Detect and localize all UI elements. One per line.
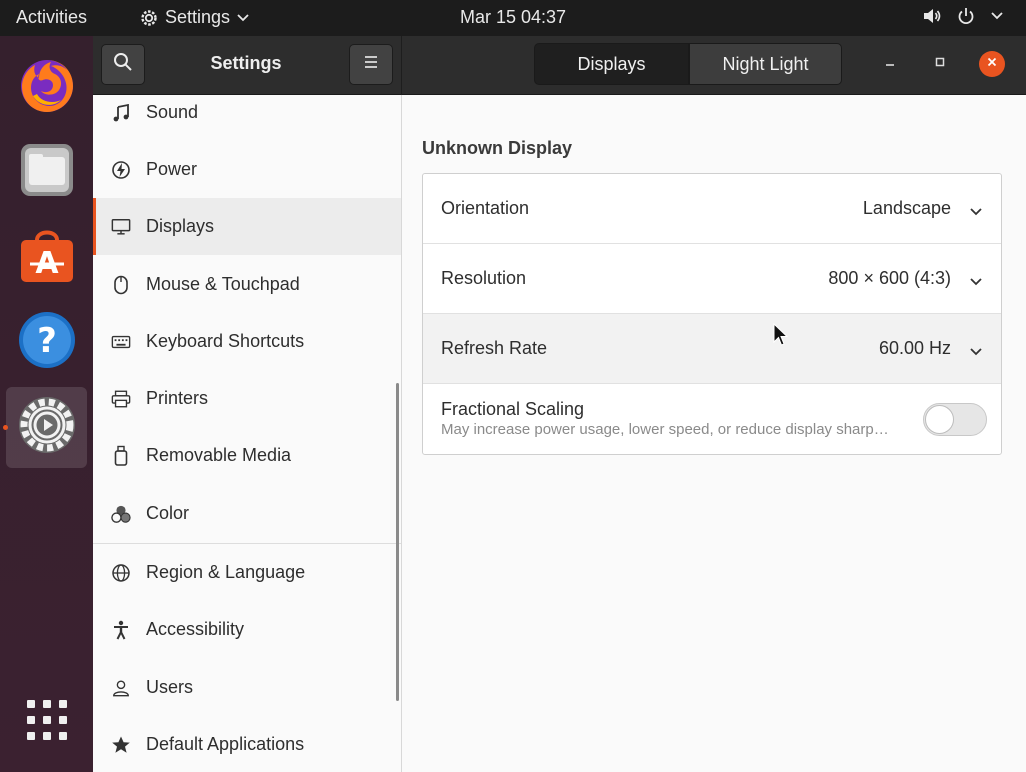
- search-button[interactable]: [101, 44, 145, 85]
- removable-media-icon: [111, 445, 131, 466]
- header-bar: Settings Displays Night Light: [93, 36, 1026, 95]
- show-applications-button[interactable]: [6, 682, 87, 763]
- close-icon: [986, 55, 998, 73]
- selection-accent: [93, 198, 96, 255]
- window-title: Settings: [210, 53, 282, 73]
- settings-window: Settings Displays Night Light Sound Powe…: [93, 36, 1026, 772]
- refresh-rate-label: Refresh Rate: [441, 338, 548, 358]
- tab-night-light[interactable]: Night Light: [689, 43, 842, 85]
- maximize-button[interactable]: [927, 51, 953, 77]
- sidebar-item-color[interactable]: Color: [93, 485, 401, 542]
- power-icon[interactable]: [956, 6, 976, 26]
- chevron-down-icon: [969, 344, 983, 362]
- refresh-rate-value: 60.00 Hz: [878, 338, 951, 358]
- files-icon: [18, 141, 76, 204]
- sidebar-item-displays[interactable]: Displays: [93, 198, 401, 255]
- top-bar: Activities Settings Mar 15 04:37: [0, 0, 1026, 36]
- help-icon: ?: [17, 310, 77, 375]
- fractional-scaling-switch[interactable]: [923, 403, 987, 436]
- mouse-cursor-icon: [773, 322, 789, 352]
- refresh-rate-row[interactable]: Refresh Rate 60.00 Hz: [423, 314, 1001, 384]
- maximize-icon: [934, 55, 946, 73]
- menu-button[interactable]: [349, 44, 393, 85]
- view-switcher: Displays Night Light: [534, 43, 842, 85]
- sidebar-item-label: Region & Language: [146, 562, 306, 582]
- dock-files[interactable]: [6, 132, 87, 213]
- sidebar-header: Settings: [93, 36, 402, 95]
- svg-text:?: ?: [37, 321, 57, 361]
- fractional-scaling-label: Fractional Scaling: [441, 399, 585, 419]
- sidebar-item-users[interactable]: Users: [93, 659, 401, 716]
- sidebar-item-power[interactable]: Power: [93, 141, 401, 198]
- sidebar-item-label: Users: [146, 677, 194, 697]
- globe-icon: [111, 563, 131, 583]
- app-grid-icon: [26, 699, 68, 746]
- accessibility-icon: [111, 620, 131, 640]
- sidebar-item-label: Removable Media: [146, 445, 292, 465]
- display-settings-list: Orientation Landscape Resolution 800 × 6…: [422, 173, 1002, 455]
- resolution-value: 800 × 600 (4:3): [828, 268, 951, 288]
- sidebar-item-mouse-touchpad[interactable]: Mouse & Touchpad: [93, 256, 401, 313]
- keyboard-icon: [111, 332, 131, 352]
- sidebar-item-label: Mouse & Touchpad: [146, 274, 300, 294]
- sidebar-item-sound[interactable]: Sound: [93, 95, 401, 141]
- orientation-row[interactable]: Orientation Landscape: [423, 174, 1001, 244]
- dock-help[interactable]: ?: [6, 302, 87, 383]
- software-icon: A: [17, 226, 77, 291]
- mouse-icon: [111, 275, 131, 295]
- power-icon: [111, 160, 131, 180]
- hamburger-icon: [363, 55, 379, 74]
- sidebar-item-label: Power: [146, 159, 198, 179]
- orientation-label: Orientation: [441, 198, 530, 218]
- running-indicator: [3, 425, 8, 430]
- dock-software[interactable]: A: [6, 218, 87, 299]
- display-icon: [111, 217, 131, 237]
- sidebar-item-label: Keyboard Shortcuts: [146, 331, 305, 351]
- sidebar-item-region-language[interactable]: Region & Language: [93, 544, 401, 601]
- sidebar-item-removable-media[interactable]: Removable Media: [93, 427, 401, 484]
- users-icon: [111, 678, 131, 698]
- sidebar-item-label: Printers: [146, 388, 209, 408]
- sidebar-item-label: Sound: [146, 102, 199, 122]
- sidebar-item-printers[interactable]: Printers: [93, 370, 401, 427]
- fractional-scaling-row: Fractional Scaling May increase power us…: [423, 384, 1001, 454]
- resolution-label: Resolution: [441, 268, 527, 288]
- system-tray[interactable]: [922, 6, 1004, 26]
- fractional-scaling-description: May increase power usage, lower speed, o…: [441, 421, 889, 438]
- close-button[interactable]: [979, 51, 1005, 77]
- switch-knob: [925, 405, 954, 434]
- sidebar-item-label: Accessibility: [146, 619, 245, 639]
- sidebar-item-default-applications[interactable]: Default Applications: [93, 716, 401, 772]
- firefox-icon: [17, 54, 77, 119]
- tab-displays[interactable]: Displays: [534, 43, 689, 85]
- volume-icon[interactable]: [922, 6, 942, 26]
- settings-icon: [17, 395, 77, 460]
- dock: A ?: [0, 36, 93, 772]
- sidebar-scrollbar[interactable]: [396, 383, 399, 701]
- color-icon: [111, 504, 131, 524]
- music-note-icon: [111, 103, 131, 123]
- chevron-down-icon: [969, 204, 983, 222]
- printer-icon: [111, 389, 131, 409]
- sidebar-item-label: Default Applications: [146, 734, 305, 754]
- sidebar-item-label: Color: [146, 503, 190, 523]
- sidebar-item-keyboard-shortcuts[interactable]: Keyboard Shortcuts: [93, 313, 401, 370]
- chevron-down-icon[interactable]: [990, 11, 1004, 21]
- sidebar-item-accessibility[interactable]: Accessibility: [93, 601, 401, 658]
- dock-firefox[interactable]: [6, 46, 87, 127]
- display-name: Unknown Display: [422, 138, 573, 158]
- orientation-value: Landscape: [862, 198, 951, 218]
- star-icon: [111, 735, 131, 755]
- resolution-row[interactable]: Resolution 800 × 600 (4:3): [423, 244, 1001, 314]
- minimize-icon: [884, 55, 896, 73]
- sidebar-item-label: Displays: [146, 216, 215, 236]
- clock[interactable]: Mar 15 04:37: [0, 7, 1026, 28]
- settings-sidebar: Sound Power Displays Mouse & Touchpad Ke…: [93, 95, 402, 772]
- minimize-button[interactable]: [877, 51, 903, 77]
- dock-settings[interactable]: [6, 387, 87, 468]
- search-icon: [113, 52, 133, 77]
- chevron-down-icon: [969, 274, 983, 292]
- displays-panel: Unknown Display Orientation Landscape Re…: [403, 95, 1026, 772]
